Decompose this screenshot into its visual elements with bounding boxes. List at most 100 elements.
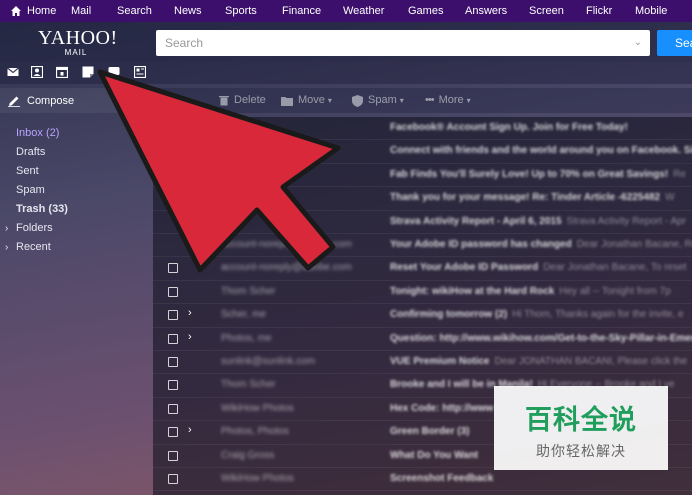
chevron-down-icon: ▾ (399, 96, 404, 105)
nav-answers[interactable]: Answers (465, 0, 529, 22)
sidebar-item-folders[interactable]: › Folders (0, 219, 153, 238)
search-input[interactable]: Search ⌄ (156, 30, 650, 56)
message-subject: VUE Premium Notice Dear JONATHAN BACANI, … (390, 356, 687, 367)
message-subject: Strava Activity Report - April 6, 2015 St… (390, 216, 686, 227)
message-sender: account-noreply@adobe.com (221, 262, 352, 274)
subject-text: Screenshot Feedback (390, 473, 494, 484)
row-checkbox[interactable] (168, 263, 178, 274)
subject-text: Strava Activity Report - April 6, 2015 (390, 215, 562, 227)
sidebar-item-trash[interactable]: Trash (33) (0, 200, 153, 219)
table-row[interactable]: account-noreply@adobe.com Reset Your Adob… (153, 257, 692, 281)
message-sender: Craig Gross (221, 449, 275, 461)
table-row[interactable]: › Photos, me Question: http://www.wikihow.… (153, 328, 692, 351)
sidebar-item-label: Folders (16, 222, 53, 234)
compose-label: Compose (27, 94, 75, 107)
message-subject: Facebook® Account Sign Up. Join for Free… (390, 122, 633, 133)
sidebar-item-label: Spam (16, 184, 45, 196)
table-row[interactable]: Thom Scher Tonight: wikiHow at the Hard R… (153, 281, 692, 305)
mail-icon[interactable] (7, 66, 19, 78)
row-checkbox[interactable] (168, 450, 178, 461)
subject-text: Hex Code: http://www (390, 402, 494, 414)
message-preview: Hi Thom, Thanks again for the invite, e (512, 309, 684, 321)
row-checkbox[interactable] (168, 380, 178, 391)
messenger-icon[interactable] (108, 66, 120, 78)
nav-screen[interactable]: Screen (529, 0, 586, 22)
calendar-icon[interactable] (56, 66, 68, 78)
nav-news[interactable]: News (174, 0, 225, 22)
notepad-icon[interactable] (82, 66, 94, 78)
newsfeed-icon[interactable] (134, 66, 146, 78)
table-row[interactable]: Facebook® Account Sign Up. Join for Free… (153, 117, 692, 141)
table-row[interactable]: account-noreply@adobe.com Your Adobe ID p… (153, 234, 692, 258)
sidebar-item-drafts[interactable]: Drafts (0, 143, 153, 162)
pencil-icon (8, 96, 20, 107)
message-sender: Photos, Photos (221, 426, 289, 438)
sidebar-item-sent[interactable]: Sent (0, 162, 153, 181)
sidebar-item-recent[interactable]: › Recent (0, 238, 153, 257)
nav-mobile[interactable]: Mobile (635, 0, 685, 22)
sidebar-item-spam[interactable]: Spam (0, 181, 153, 200)
message-sender: sunlink@sunlink.com (221, 356, 316, 367)
message-subject: Thank you for your message! Re: Tinder A… (390, 192, 675, 203)
nav-finance[interactable]: Finance (282, 0, 343, 22)
message-preview: Strava Activity Report - Apr (566, 215, 687, 227)
row-checkbox[interactable] (168, 403, 178, 414)
nav-mail[interactable]: Mail (71, 0, 117, 22)
message-preview: Dear JONATHAN BACANI, Please click the (494, 356, 688, 367)
sidebar-item-label: Trash (33) (16, 203, 68, 215)
subject-text: Fab Finds You'll Surely Love! Up to 70% … (390, 168, 669, 180)
chevron-right-icon[interactable]: › (188, 424, 192, 436)
chevron-right-icon[interactable]: › (5, 238, 8, 257)
nav-sports[interactable]: Sports (225, 0, 282, 22)
nav-flickr[interactable]: Flickr (586, 0, 635, 22)
table-row[interactable]: › Scher, me Confirming tomorrow (2) Hi Thom… (153, 304, 692, 328)
row-checkbox[interactable] (168, 357, 178, 367)
move-button[interactable]: Move ▾ (281, 88, 332, 113)
chevron-right-icon[interactable]: › (188, 331, 192, 343)
message-toolbar: Delete Move ▾ Spam ▾ ••• More ▾ (153, 88, 692, 113)
subject-text: Thank you for your message! Re: Tinder A… (390, 192, 661, 204)
subject-text: Connect with friends and the world aroun… (390, 145, 692, 157)
table-row[interactable]: sunlink@sunlink.com VUE Premium Notice Dea… (153, 351, 692, 375)
sidebar-item-inbox[interactable]: Inbox (2) (0, 124, 153, 143)
message-preview: Re (673, 168, 686, 180)
folder-icon (281, 96, 293, 106)
spam-button[interactable]: Spam ▾ (352, 88, 404, 113)
top-nav-bar: Home Mail Search News Sports Finance Wea… (0, 0, 692, 22)
compose-button[interactable]: Compose (0, 88, 153, 113)
row-checkbox[interactable] (168, 310, 178, 321)
row-checkbox[interactable] (168, 286, 178, 297)
chevron-right-icon[interactable]: › (188, 307, 192, 319)
message-preview: Hey all -- Tonight from 7p (559, 285, 671, 297)
nav-home[interactable]: Home (0, 0, 71, 22)
table-row[interactable]: Strava Activity Report - April 6, 2015 St… (153, 211, 692, 234)
logo-wordmark: YAHOO! (38, 27, 118, 49)
nav-weather[interactable]: Weather (343, 0, 408, 22)
message-subject: Question: http://www.wikihow.com/Get-to-… (390, 333, 692, 344)
row-checkbox[interactable] (168, 333, 178, 344)
row-checkbox[interactable] (168, 427, 178, 438)
move-label: Move (298, 94, 325, 106)
message-sender: Photos, me (221, 332, 272, 344)
subject-text: Facebook® Account Sign Up. Join for Free… (390, 122, 628, 133)
search-button[interactable]: Sea (657, 30, 692, 56)
more-button[interactable]: ••• More ▾ (425, 88, 471, 113)
message-sender: Thom Scher (221, 379, 276, 391)
table-row[interactable]: Connect with friends and the world aroun… (153, 140, 692, 164)
chevron-down-icon[interactable]: ⌄ (634, 30, 642, 56)
more-label: More (438, 94, 464, 106)
nav-search[interactable]: Search (117, 0, 174, 22)
nav-games[interactable]: Games (408, 0, 465, 22)
delete-button[interactable]: Delete (219, 88, 266, 113)
subject-text: Reset Your Adobe ID Password (390, 262, 539, 274)
message-preview: Dear Jonathan Bacane, To reset (543, 262, 687, 274)
contacts-icon[interactable] (31, 66, 43, 78)
table-row[interactable]: Fab Finds You'll Surely Love! Up to 70% … (153, 164, 692, 188)
chevron-right-icon[interactable]: › (5, 219, 8, 238)
yahoo-mail-logo[interactable]: YAHOO! MAIL (38, 27, 118, 57)
table-row[interactable]: Thank you for your message! Re: Tinder A… (153, 187, 692, 211)
watermark-subtitle: 助你轻松解决 (536, 444, 626, 460)
table-row[interactable]: WikiHow Photos Screenshot Feedback (153, 468, 692, 492)
row-checkbox[interactable] (168, 474, 178, 484)
table-row[interactable] (153, 491, 692, 495)
